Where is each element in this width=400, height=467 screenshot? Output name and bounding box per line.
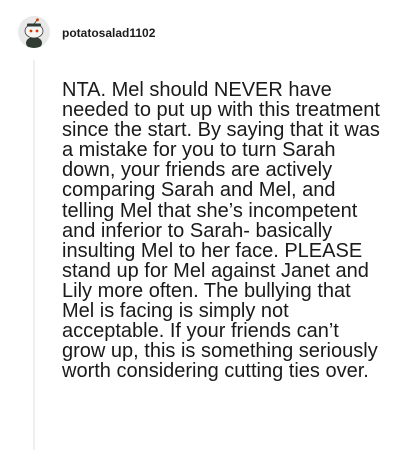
thread-collapse-line[interactable] (33, 60, 35, 450)
avatar[interactable] (18, 16, 50, 48)
comment-body: NTA. Mel should NEVER have needed to put… (62, 79, 380, 383)
comment: potatosalad1102 NTA. Mel should NEVER ha… (0, 0, 400, 467)
snoo-avatar-icon (18, 16, 50, 48)
username-link[interactable]: potatosalad1102 (62, 26, 155, 40)
